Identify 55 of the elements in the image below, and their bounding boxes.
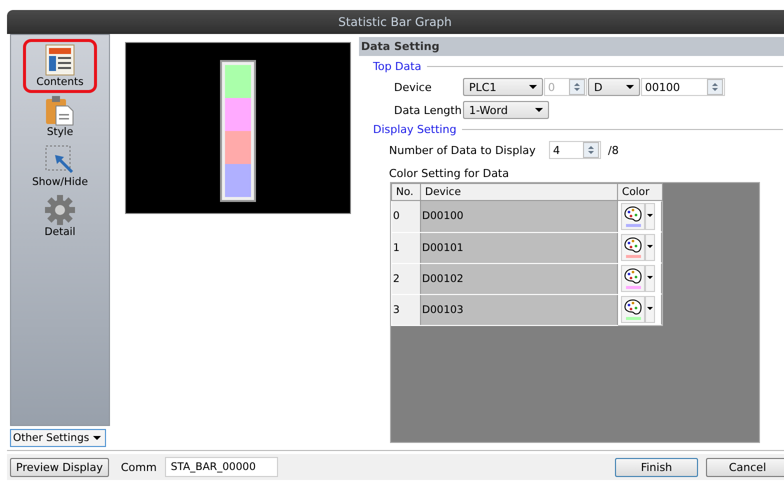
field-label: Color Setting for Data: [389, 167, 509, 180]
dropdown-arrow-button[interactable]: [645, 296, 655, 323]
caret-icon: [535, 108, 543, 112]
column-header: Device: [420, 184, 618, 200]
window-title: Statistic Bar Graph: [338, 15, 452, 29]
caret-icon: [529, 85, 537, 89]
dropdown-arrow-button[interactable]: [645, 203, 655, 230]
table-cell: D00103: [420, 294, 618, 325]
table-cell: 1: [392, 232, 420, 263]
caret-icon: [626, 85, 634, 89]
group-heading: Top Data: [373, 60, 422, 73]
comment-label: Comm: [120, 460, 157, 474]
palette-icon: [624, 299, 642, 317]
table-cell: D00100: [420, 200, 618, 232]
spin-field[interactable]: 4: [549, 141, 601, 159]
max-count-label: /8: [608, 144, 619, 156]
dropdown[interactable]: PLC1: [463, 78, 543, 96]
table-cell: D00101: [420, 232, 618, 263]
group-heading: Display Setting: [373, 123, 456, 136]
dialog-button[interactable]: Cancel: [706, 458, 784, 476]
table-cell: 0: [392, 200, 420, 232]
palette-icon: [624, 237, 642, 255]
spin-arrows-icon: [569, 79, 585, 95]
dialog-button[interactable]: Finish: [615, 458, 698, 476]
dropdown-arrow-button[interactable]: [645, 234, 655, 261]
spin-arrows-icon: [707, 79, 723, 95]
color-picker-button[interactable]: [621, 234, 645, 261]
comment-field[interactable]: STA_BAR_00000: [164, 457, 278, 477]
spin-field[interactable]: 00100: [641, 78, 725, 96]
clipboard-icon: [44, 94, 76, 126]
field-label: Data Length: [394, 104, 463, 116]
color-picker-button[interactable]: [621, 265, 645, 292]
dropdown-arrow-button[interactable]: [645, 265, 655, 292]
column-header: No.: [392, 184, 420, 200]
palette-icon: [624, 268, 642, 286]
preview-display-button[interactable]: Preview Display: [10, 458, 109, 476]
color-picker-button[interactable]: [621, 296, 645, 323]
field-label: Device: [394, 80, 433, 94]
palette-icon: [624, 206, 642, 224]
gear-icon: [44, 194, 76, 226]
section-header: Data Setting: [359, 37, 784, 56]
dropdown[interactable]: D: [588, 78, 640, 96]
color-picker-button[interactable]: [621, 203, 645, 230]
document-icon: [44, 44, 76, 76]
sidebar-item[interactable]: Contents: [23, 39, 97, 93]
table-cell: 2: [392, 263, 420, 294]
dropdown[interactable]: 1-Word: [463, 101, 549, 119]
selection-arrow-icon: [44, 144, 76, 176]
table-cell: 3: [392, 294, 420, 325]
spin-arrows-icon: [583, 142, 599, 158]
caret-icon: [93, 436, 101, 440]
field-label: Number of Data to Display: [389, 144, 537, 156]
column-header: Color: [618, 184, 662, 200]
other-settings-dropdown[interactable]: Other Settings: [10, 429, 106, 447]
table-cell: D00102: [420, 263, 618, 294]
